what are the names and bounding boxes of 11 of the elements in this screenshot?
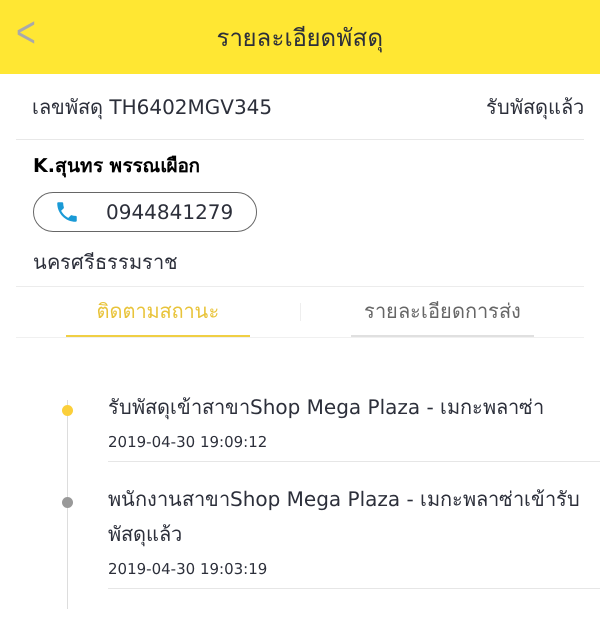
event-text: พนักงานสาขาShop Mega Plaza - เมกะพลาซ่าเข้ารับพัสดุแล้ว: [108, 486, 582, 548]
event-text: รับพัสดุเข้าสาขาShop Mega Plaza - เมกะพลาซ่า: [108, 394, 546, 422]
province-text: นครศรีธรรมราช: [33, 249, 179, 276]
phone-button[interactable]: 0944841279: [33, 192, 257, 232]
event-time: 2019-04-30 19:09:12: [108, 433, 268, 451]
recipient-name: K.สุนทร พรรณเผือก: [33, 154, 202, 180]
event-time: 2019-04-30 19:03:19: [108, 560, 268, 578]
parcel-status: รับพัสดุแล้ว: [486, 94, 584, 122]
parcel-number: เลขพัสดุ TH6402MGV345: [32, 94, 272, 122]
page-title: รายละเอียดพัสดุ: [216, 22, 384, 54]
tab[interactable]: รายละเอียดการส่ง: [350, 287, 534, 337]
